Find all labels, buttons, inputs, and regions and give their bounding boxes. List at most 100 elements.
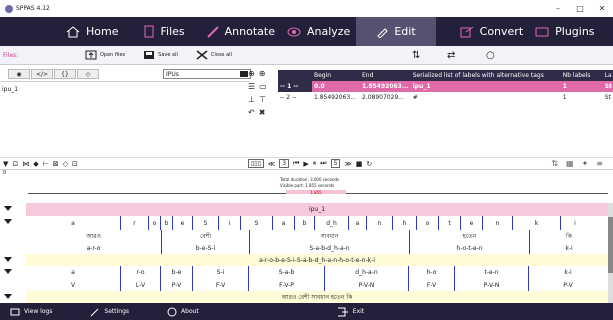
collapse-icon[interactable] — [4, 294, 12, 299]
annotation-cell[interactable]: S — [193, 216, 219, 230]
annotation-cell[interactable]: ipu_1 — [26, 203, 608, 216]
collapse-icon[interactable]: ▼ — [3, 160, 8, 168]
channel-box[interactable]: ▯▯▯ — [248, 159, 264, 168]
list-icon[interactable]: ☰ — [248, 82, 255, 92]
split-icon[interactable]: ⊕ — [259, 69, 266, 79]
stop-icon[interactable]: ■ — [356, 160, 363, 168]
annotation-cell[interactable]: a-r-o — [26, 242, 162, 254]
sort-tiers-icon[interactable]: ⇅ — [551, 159, 558, 168]
cursor-icon[interactable]: ✦ — [582, 159, 589, 168]
add-icon[interactable]: ⊕ — [248, 69, 255, 79]
annotation-cell[interactable]: n — [483, 216, 513, 230]
annotation-cell[interactable]: b — [295, 216, 315, 230]
menu-plugins[interactable]: Plugins — [529, 17, 600, 46]
chart-icon[interactable]: ▦ — [566, 159, 574, 168]
menu-analyze[interactable]: Analyze — [281, 17, 356, 46]
annotation-cell[interactable]: কি — [530, 230, 608, 242]
annotation-cell[interactable]: h — [393, 216, 417, 230]
annotation-cell[interactable]: h-o — [409, 266, 455, 279]
annotation-cell[interactable]: e — [461, 216, 483, 230]
annotation-cell[interactable]: k-i — [529, 266, 607, 279]
annotation-cell[interactable]: P-V — [529, 279, 607, 291]
annotation-cell[interactable]: S-a-b — [249, 266, 325, 279]
next-icon[interactable]: ⏭ — [320, 159, 326, 168]
annotation-cell[interactable]: d_h-a-n — [325, 266, 409, 279]
tier-sentence[interactable]: আরও বেশী সাবধান হতেন কি — [0, 291, 608, 303]
collapse-icon[interactable] — [4, 257, 12, 262]
annotation-cell[interactable]: P-V-N — [325, 279, 409, 291]
annotation-cell[interactable]: a — [26, 266, 121, 279]
annotation-cell[interactable]: হতেন — [410, 230, 530, 242]
annotation-cell[interactable]: r — [121, 216, 149, 230]
annotation-cell[interactable]: F-V — [409, 279, 455, 291]
about-button[interactable]: About — [167, 307, 199, 317]
merge-icon[interactable]: ▭ — [259, 82, 267, 92]
menu-convert[interactable]: Convert — [454, 17, 530, 46]
undo-icon[interactable]: ↶ — [248, 108, 255, 118]
channel-select[interactable]: 3 — [279, 159, 290, 168]
annotation-cell[interactable]: t — [439, 216, 461, 230]
annotation-cell[interactable]: সাবধান — [250, 230, 410, 242]
tier-words[interactable]: আরও বেশী সাবধান হতেন কি — [0, 230, 608, 242]
annotation-cell[interactable]: o — [417, 216, 439, 230]
annotation-cell[interactable]: a-r-o-b-e-S-i-S-a-b-d_h-a-n-h-o-t-e-n-k-… — [26, 254, 608, 266]
annotation-cell[interactable]: i — [561, 216, 589, 230]
annotation-cell[interactable]: t-e-n — [455, 266, 529, 279]
annotation-cell[interactable]: b-e — [161, 266, 193, 279]
prev-icon[interactable]: ⏮ — [293, 159, 299, 168]
annotation-cell[interactable]: k-i — [530, 242, 608, 254]
tiers-scrollbar[interactable] — [608, 203, 613, 303]
view-logs-button[interactable]: View logs — [10, 308, 52, 316]
menu-edit[interactable]: Edit — [356, 17, 436, 46]
tier-select[interactable]: IPUs — [163, 69, 251, 79]
save-all-button[interactable]: Save all — [143, 50, 178, 60]
annotation-cell[interactable]: P-V-N — [455, 279, 529, 291]
settings-button[interactable]: Settings — [90, 307, 129, 317]
close-button[interactable]: ✕ — [591, 0, 613, 17]
annotation-cell[interactable]: L-V — [121, 279, 161, 291]
annotation-cell[interactable]: b — [161, 216, 173, 230]
annotation-cell[interactable]: b-e-S-i — [162, 242, 250, 254]
tier-name[interactable]: ipu_1 — [2, 86, 18, 93]
menu-files[interactable]: Files — [138, 17, 190, 46]
speed-select[interactable]: 5 — [330, 159, 341, 168]
tier-cv[interactable]: V L-V P-V F-V F-V-P P-V-N F-V P-V-N P-V — [0, 279, 608, 291]
annotation-cell[interactable]: F-V — [193, 279, 249, 291]
loop-icon[interactable]: ↻ — [366, 160, 372, 168]
up-icon[interactable]: ⊥ — [248, 95, 255, 105]
time-ruler[interactable]: 1.855 — [28, 190, 608, 203]
annotation-cell[interactable]: o — [149, 216, 161, 230]
range-icon[interactable]: ⊢ — [43, 160, 49, 168]
delete-icon[interactable]: ✖ — [259, 108, 266, 118]
annotation-cell[interactable]: r-o — [121, 266, 161, 279]
minimize-button[interactable]: – — [547, 0, 569, 17]
collapse-icon[interactable] — [4, 219, 12, 224]
collapse-icon[interactable] — [4, 206, 12, 211]
annotation-cell[interactable]: বেশী — [162, 230, 250, 242]
table-row[interactable]: -- 2 -- 1.85492063... 2.08907029... #1 St — [278, 92, 613, 103]
rewind-icon[interactable]: ≪ — [268, 160, 275, 168]
collapse-icon[interactable] — [4, 269, 12, 274]
annotation-cell[interactable]: F-V-P — [249, 279, 325, 291]
lines-icon[interactable]: ≡ — [596, 159, 603, 168]
menu-annotate[interactable]: Annotate — [201, 17, 281, 46]
tier-ipu[interactable]: ipu_1 — [0, 203, 608, 216]
window-icon[interactable]: ⊡ — [72, 160, 78, 168]
down-icon[interactable]: ⊤ — [259, 95, 266, 105]
annotation-cell[interactable]: a — [26, 216, 121, 230]
pause-icon[interactable]: ⏸ — [313, 159, 317, 168]
annotation-cell[interactable]: e — [173, 216, 193, 230]
annotation-cell[interactable]: a — [273, 216, 295, 230]
search-icon[interactable]: ○ — [486, 50, 495, 61]
forward-icon[interactable]: ≫ — [344, 160, 351, 168]
table-row[interactable]: -- 1 -- 0.0 1.85492063... ipu_1 1 St — [278, 81, 613, 92]
annotation-cell[interactable]: আরও বেশী সাবধান হতেন কি — [26, 291, 608, 303]
zoom-in-icon[interactable]: ⋈ — [22, 160, 29, 168]
play-icon[interactable]: ▶ — [303, 160, 308, 168]
menu-home[interactable]: Home — [60, 17, 124, 46]
close-all-button[interactable]: Close all — [196, 50, 232, 60]
swap-icon[interactable]: ⇄ — [447, 50, 455, 61]
tier-ipu-phon[interactable]: a-r-o-b-e-S-i-S-a-b-d_h-a-n-h-o-t-e-n-k-… — [0, 254, 608, 266]
sort-icon[interactable]: ⇅ — [412, 50, 420, 61]
annotation-cell[interactable]: i — [219, 216, 241, 230]
